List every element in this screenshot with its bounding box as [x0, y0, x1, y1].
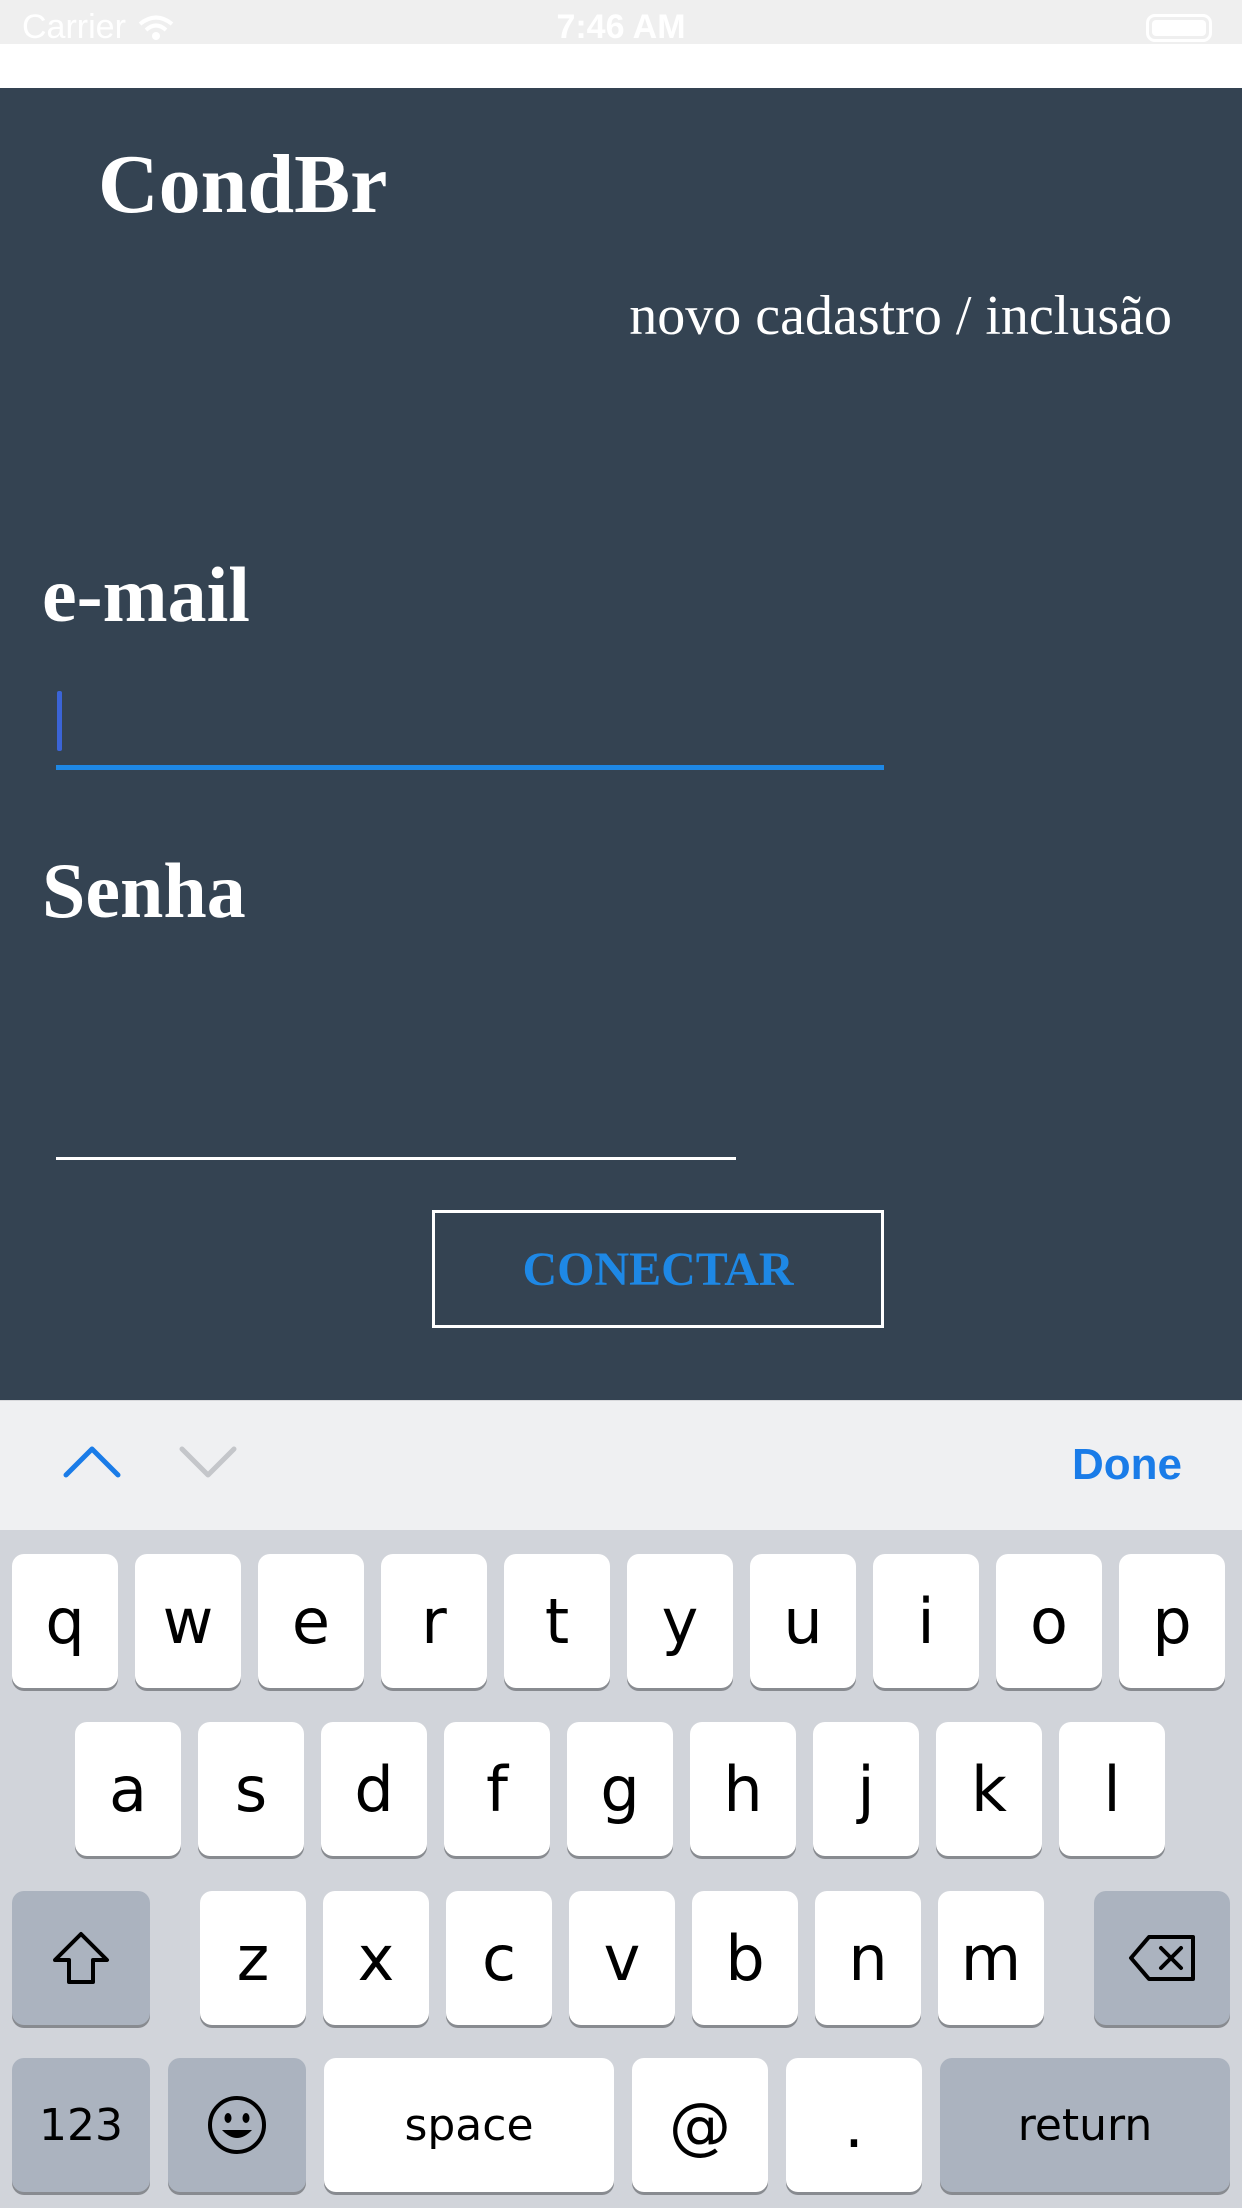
key-x[interactable]: x: [323, 1891, 429, 2025]
delete-key[interactable]: [1094, 1891, 1230, 2025]
password-label: Senha: [42, 847, 246, 934]
signup-link[interactable]: novo cadastro / inclusão: [629, 288, 1172, 344]
chevron-down-icon[interactable]: [178, 1441, 238, 1481]
key-z[interactable]: z: [200, 1891, 306, 2025]
key-o[interactable]: o: [996, 1554, 1102, 1688]
status-bar: Carrier 7:46 AM: [0, 0, 1242, 44]
keyboard-accessory-bar: Done: [0, 1400, 1242, 1531]
key-c[interactable]: c: [446, 1891, 552, 2025]
key-s[interactable]: s: [198, 1722, 304, 1856]
login-panel: CondBr novo cadastro / inclusão e-mail S…: [0, 88, 1242, 1400]
keyboard: qwertyuiop asdfghjkl zxcvbnm 123 space @…: [0, 1530, 1242, 2208]
return-key[interactable]: return: [940, 2058, 1230, 2192]
key-p[interactable]: p: [1119, 1554, 1225, 1688]
period-key[interactable]: .: [786, 2058, 922, 2192]
key-y[interactable]: y: [627, 1554, 733, 1688]
key-w[interactable]: w: [135, 1554, 241, 1688]
numbers-key[interactable]: 123: [12, 2058, 150, 2192]
app-title: CondBr: [98, 138, 388, 231]
email-field[interactable]: [56, 684, 884, 770]
key-l[interactable]: l: [1059, 1722, 1165, 1856]
key-i[interactable]: i: [873, 1554, 979, 1688]
shift-icon: [53, 1932, 109, 1984]
email-label: e-mail: [42, 551, 250, 638]
key-a[interactable]: a: [75, 1722, 181, 1856]
backspace-icon: [1129, 1935, 1195, 1981]
key-r[interactable]: r: [381, 1554, 487, 1688]
key-j[interactable]: j: [813, 1722, 919, 1856]
space-key[interactable]: space: [324, 2058, 614, 2192]
at-key[interactable]: @: [632, 2058, 768, 2192]
status-time: 7:46 AM: [556, 8, 686, 44]
connect-button[interactable]: CONECTAR: [432, 1210, 884, 1328]
key-d[interactable]: d: [321, 1722, 427, 1856]
key-b[interactable]: b: [692, 1891, 798, 2025]
key-k[interactable]: k: [936, 1722, 1042, 1856]
battery-icon: [1146, 14, 1212, 42]
key-h[interactable]: h: [690, 1722, 796, 1856]
shift-key[interactable]: [12, 1891, 150, 2025]
key-t[interactable]: t: [504, 1554, 610, 1688]
emoji-key[interactable]: [168, 2058, 306, 2192]
key-n[interactable]: n: [815, 1891, 921, 2025]
top-strip: [0, 44, 1242, 88]
key-u[interactable]: u: [750, 1554, 856, 1688]
key-e[interactable]: e: [258, 1554, 364, 1688]
password-field[interactable]: [56, 1074, 736, 1160]
text-cursor: [57, 691, 62, 751]
key-g[interactable]: g: [567, 1722, 673, 1856]
key-v[interactable]: v: [569, 1891, 675, 2025]
done-button[interactable]: Done: [1072, 1439, 1182, 1492]
chevron-up-icon[interactable]: [62, 1441, 122, 1481]
key-f[interactable]: f: [444, 1722, 550, 1856]
emoji-icon: [208, 2096, 266, 2154]
key-q[interactable]: q: [12, 1554, 118, 1688]
key-m[interactable]: m: [938, 1891, 1044, 2025]
